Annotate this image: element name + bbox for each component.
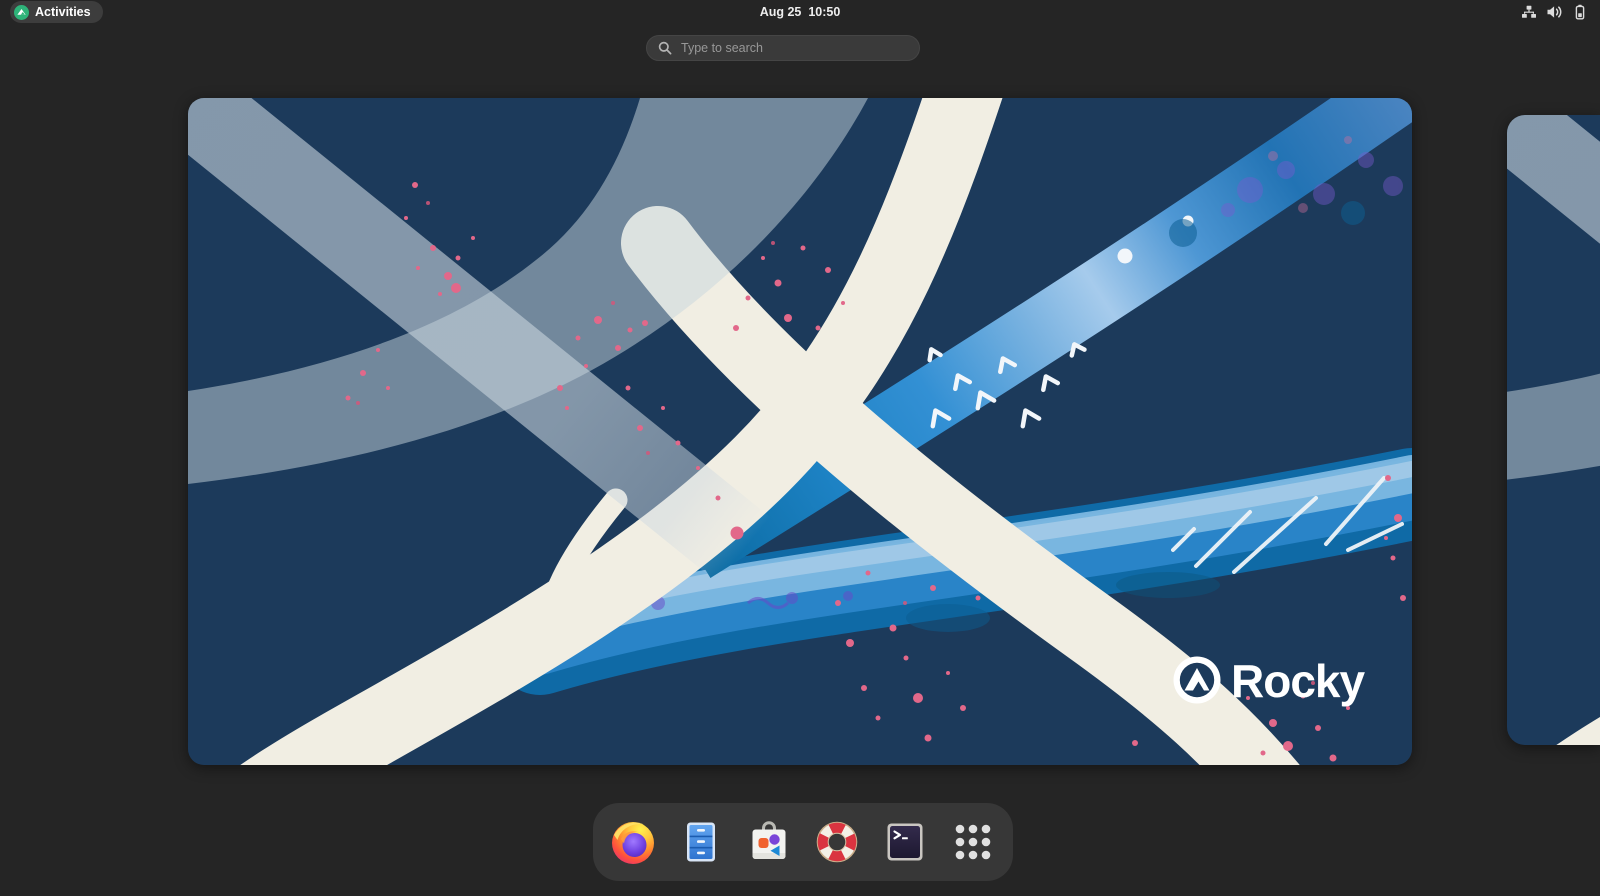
dock-item-software[interactable] — [745, 818, 793, 866]
workspace-thumbnail-current[interactable] — [188, 98, 1412, 765]
top-bar: Activities Aug 25 10:50 — [0, 0, 1600, 24]
dock-item-terminal[interactable] — [881, 818, 929, 866]
network-wired-icon — [1521, 4, 1537, 20]
battery-icon — [1572, 4, 1588, 20]
wallpaper-art — [1507, 115, 1600, 745]
wallpaper-art — [188, 98, 1412, 765]
workspace-thumbnail-next[interactable] — [1507, 115, 1600, 745]
terminal-icon — [881, 818, 929, 866]
app-grid-icon — [949, 818, 997, 866]
dock-item-firefox[interactable] — [609, 818, 657, 866]
software-icon — [745, 818, 793, 866]
volume-output-icon — [1546, 4, 1563, 20]
dash — [593, 803, 1013, 881]
help-lifebuoy-icon — [813, 818, 861, 866]
search-bar — [646, 35, 920, 61]
dock-item-files[interactable] — [677, 818, 725, 866]
search-input[interactable] — [646, 35, 920, 61]
firefox-icon — [609, 818, 657, 866]
status-area[interactable] — [1521, 0, 1588, 24]
clock[interactable]: Aug 25 10:50 — [0, 0, 1600, 24]
files-icon — [677, 818, 725, 866]
dock-item-help[interactable] — [813, 818, 861, 866]
dock-item-app-grid[interactable] — [949, 818, 997, 866]
